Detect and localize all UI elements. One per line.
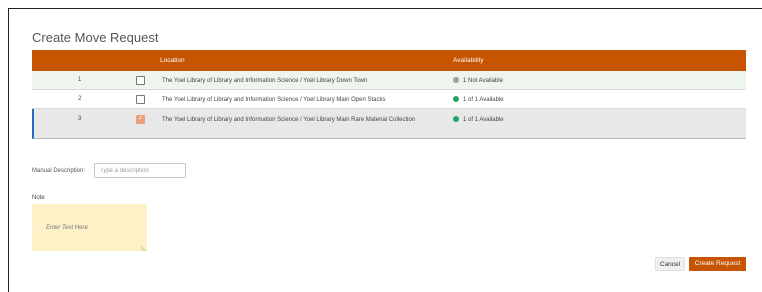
create-request-button[interactable]: Create Request bbox=[689, 257, 746, 271]
column-header-availability[interactable]: Availability bbox=[453, 57, 484, 64]
note-label: Note bbox=[32, 195, 45, 201]
note-fold-corner bbox=[141, 245, 147, 251]
table-row[interactable]: 2 The Yoel Library of Library and Inform… bbox=[32, 90, 746, 109]
row-availability: 1 Not Available bbox=[453, 77, 503, 84]
manual-description-label: Manual Description: bbox=[32, 168, 86, 174]
row-number: 3 bbox=[78, 116, 82, 122]
row-checkbox-checked[interactable]: ✓ bbox=[136, 115, 145, 124]
location-table: Location Availability 1 The Yoel Library… bbox=[32, 50, 746, 139]
availability-text: 1 of 1 Available bbox=[463, 117, 504, 123]
manual-description-input[interactable] bbox=[94, 163, 186, 178]
row-location: The Yoel Library of Library and Informat… bbox=[162, 97, 386, 103]
table-header: Location Availability bbox=[32, 50, 746, 71]
status-dot-icon bbox=[453, 116, 459, 122]
row-location: The Yoel Library of Library and Informat… bbox=[162, 78, 368, 84]
note-area[interactable] bbox=[32, 204, 147, 251]
row-availability: 1 of 1 Available bbox=[453, 116, 504, 123]
note-textarea[interactable] bbox=[32, 204, 147, 251]
row-availability: 1 of 1 Available bbox=[453, 96, 504, 103]
window-border-left bbox=[8, 8, 9, 292]
row-number: 2 bbox=[78, 96, 82, 102]
dialog-title: Create Move Request bbox=[32, 30, 159, 45]
availability-text: 1 Not Available bbox=[463, 78, 503, 84]
row-checkbox[interactable] bbox=[136, 95, 145, 104]
status-dot-icon bbox=[453, 96, 459, 102]
row-number: 1 bbox=[78, 77, 82, 83]
window-border-top bbox=[8, 8, 762, 9]
column-header-location[interactable]: Location bbox=[160, 57, 185, 64]
table-row[interactable]: 1 The Yoel Library of Library and Inform… bbox=[32, 71, 746, 90]
status-dot-icon bbox=[453, 77, 459, 83]
row-checkbox[interactable] bbox=[136, 76, 145, 85]
row-location: The Yoel Library of Library and Informat… bbox=[162, 117, 416, 123]
availability-text: 1 of 1 Available bbox=[463, 97, 504, 103]
cancel-button[interactable]: Cancel bbox=[655, 257, 685, 271]
table-row-selected[interactable]: 3 ✓ The Yoel Library of Library and Info… bbox=[32, 109, 746, 139]
